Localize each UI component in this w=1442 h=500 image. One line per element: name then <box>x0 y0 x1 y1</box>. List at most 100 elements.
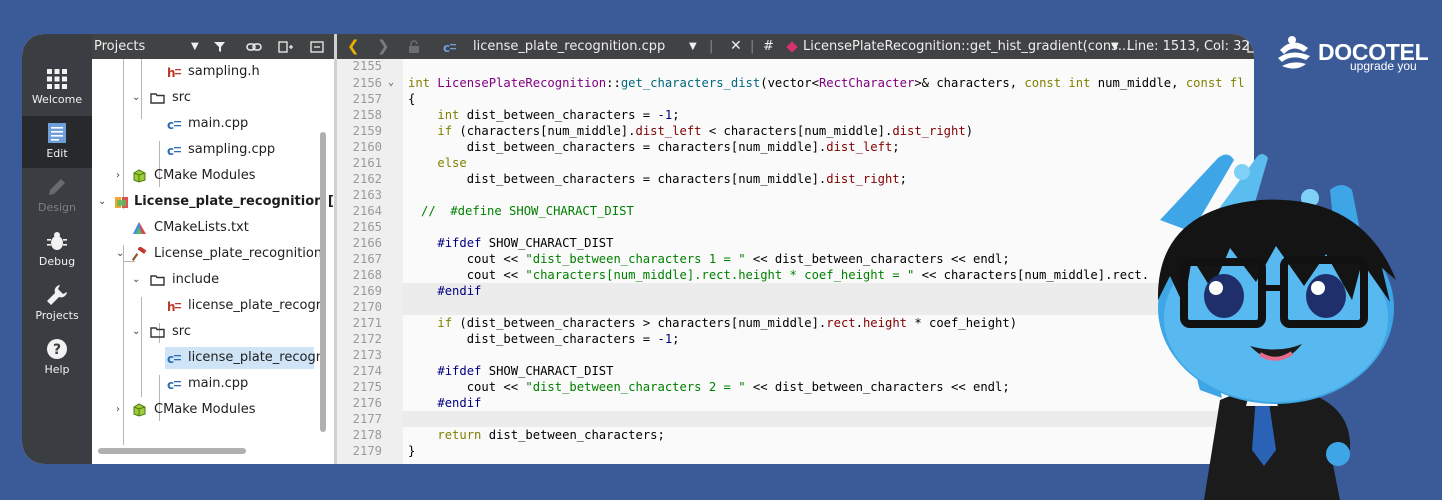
tree-item[interactable]: c main.cpp <box>92 113 334 135</box>
close-icon[interactable]: ✕ <box>730 34 742 59</box>
mode-label: Design <box>38 201 76 214</box>
preprocessor-hash[interactable]: # <box>763 34 774 59</box>
code-line: else <box>437 156 467 170</box>
cmake-modules-icon <box>133 169 146 183</box>
tree-item[interactable]: › CMake Modules <box>92 399 334 421</box>
code-line: int LicensePlateRecognition::get_charact… <box>408 76 1245 90</box>
code-line: #endif <box>437 396 482 410</box>
chevron-down-icon[interactable]: ▼ <box>689 34 697 59</box>
cpp-file-icon: c <box>167 118 181 131</box>
line-number: 2177 <box>352 412 382 426</box>
code-line: dist_between_characters = characters[num… <box>466 172 907 186</box>
horizontal-scrollbar[interactable] <box>98 448 246 454</box>
code-line: cout << "dist_between_characters 1 = " <… <box>466 252 1010 266</box>
tree-item[interactable]: h sampling.h <box>92 61 334 83</box>
line-number: 2161 <box>352 156 382 170</box>
code-line: #ifdef SHOW_CHARACT_DIST <box>437 236 614 250</box>
filter-icon[interactable] <box>209 37 231 56</box>
tree-item[interactable]: c main.cpp <box>92 373 334 395</box>
code-line: return dist_between_characters; <box>437 428 665 442</box>
tree-item-label: sampling.h <box>188 64 260 79</box>
mode-label: Edit <box>46 147 68 160</box>
code-line: dist_between_characters = -1; <box>466 332 680 346</box>
mode-label: Debug <box>38 255 76 268</box>
split-icon[interactable] <box>1247 34 1254 59</box>
tree-item-selected[interactable]: c license_plate_recogn <box>165 347 324 369</box>
tree-item[interactable]: ⌄ License_plate_recognition <box>92 243 334 265</box>
code-line: int dist_between_characters = -1; <box>437 108 680 122</box>
chevron-down-icon[interactable]: ▼ <box>1111 34 1119 59</box>
project-tree: h sampling.h ⌄ src c main.cpp c sampling… <box>92 59 334 464</box>
tree-item-label: License_plate_recognition <box>154 246 323 261</box>
lock-icon[interactable] <box>407 34 421 59</box>
chevron-down-icon: ⌄ <box>132 274 141 285</box>
svg-text:c: c <box>167 352 174 365</box>
line-number: 2164 <box>352 204 382 218</box>
line-number: 2162 <box>352 172 382 186</box>
docotel-logo-mark <box>1278 36 1310 69</box>
tree-item[interactable]: ⌄ include <box>92 269 334 291</box>
cpp-file-icon: c <box>167 352 181 365</box>
link-icon[interactable] <box>243 37 265 56</box>
line-number: 2167 <box>352 252 382 266</box>
code-line: dist_between_characters = characters[num… <box>466 140 900 154</box>
tree-item[interactable]: h license_plate_recogr <box>92 295 334 317</box>
code-line: if (dist_between_characters > characters… <box>437 316 1018 330</box>
folder-icon <box>150 93 165 104</box>
view-selector[interactable]: Projects ▼ <box>94 37 204 56</box>
header-file-icon: h <box>167 66 181 79</box>
line-number: 2160 <box>352 140 382 154</box>
hammer-icon <box>132 247 147 261</box>
close-pane-icon[interactable] <box>306 37 328 56</box>
code-line: #endif <box>437 284 482 298</box>
code-line: cout << "dist_between_characters 2 = " <… <box>466 380 1010 394</box>
grid-icon <box>47 69 67 89</box>
bug-icon <box>47 232 67 250</box>
tree-item[interactable]: › CMake Modules <box>92 165 334 187</box>
ide-window: Welcome Edit Design Debug Projects ? Hel… <box>22 34 1254 464</box>
chevron-down-icon: ⌄ <box>132 92 141 103</box>
open-file-name[interactable]: license_plate_recognition.cpp <box>473 34 665 59</box>
line-number: 2170 <box>352 300 382 314</box>
fold-arrow-icon[interactable]: ⌄ <box>388 75 398 91</box>
split-icon[interactable] <box>275 37 297 56</box>
tree-item[interactable]: ⌄ src <box>92 87 334 109</box>
mode-label: Projects <box>35 309 79 322</box>
line-number: 2165 <box>352 220 382 234</box>
mode-label: Welcome <box>31 93 83 106</box>
line-number: 2178 <box>352 428 382 442</box>
symbol-selector[interactable]: LicensePlateRecognition::get_hist_gradie… <box>803 34 1130 59</box>
mascot-illustration <box>1157 154 1396 500</box>
mode-help[interactable]: ? Help <box>22 332 92 384</box>
mode-debug[interactable]: Debug <box>22 224 92 276</box>
line-number: 2159 <box>352 124 382 138</box>
line-number: 2171 <box>352 316 382 330</box>
chevron-right-icon: › <box>116 404 120 415</box>
tree-item[interactable]: ⌄ License_plate_recognition [m <box>92 191 334 213</box>
chevron-down-icon: ▼ <box>191 41 199 52</box>
back-arrow-icon[interactable]: ❮ <box>347 34 360 59</box>
cmake-modules-icon <box>133 403 146 417</box>
mode-edit[interactable]: Edit <box>22 116 92 168</box>
vertical-scrollbar[interactable] <box>320 132 326 432</box>
code-line: if (characters[num_middle].dist_left < c… <box>437 124 974 138</box>
mode-welcome[interactable]: Welcome <box>22 62 92 114</box>
chevron-right-icon: › <box>116 170 120 181</box>
tree-item[interactable]: CMakeLists.txt <box>92 217 334 239</box>
mode-bar: Welcome Edit Design Debug Projects ? Hel… <box>22 34 92 464</box>
cursor-position[interactable]: Line: 1513, Col: 32 <box>1127 34 1250 59</box>
pen-icon <box>49 179 65 195</box>
cmake-file-icon <box>133 222 146 234</box>
mode-projects[interactable]: Projects <box>22 278 92 330</box>
wrench-icon <box>47 285 67 305</box>
forward-arrow-icon[interactable]: ❯ <box>377 34 390 59</box>
code-line: #ifdef SHOW_CHARACT_DIST <box>437 364 614 378</box>
line-number: 2155 <box>352 59 382 73</box>
line-number: 2176 <box>352 396 382 410</box>
tree-item-label: src <box>172 324 191 339</box>
document-icon <box>48 123 66 143</box>
tree-item[interactable]: ⌄ src <box>92 321 334 343</box>
line-number: 2175 <box>352 380 382 394</box>
tree-item[interactable]: c sampling.cpp <box>92 139 334 161</box>
mode-design[interactable]: Design <box>22 170 92 222</box>
